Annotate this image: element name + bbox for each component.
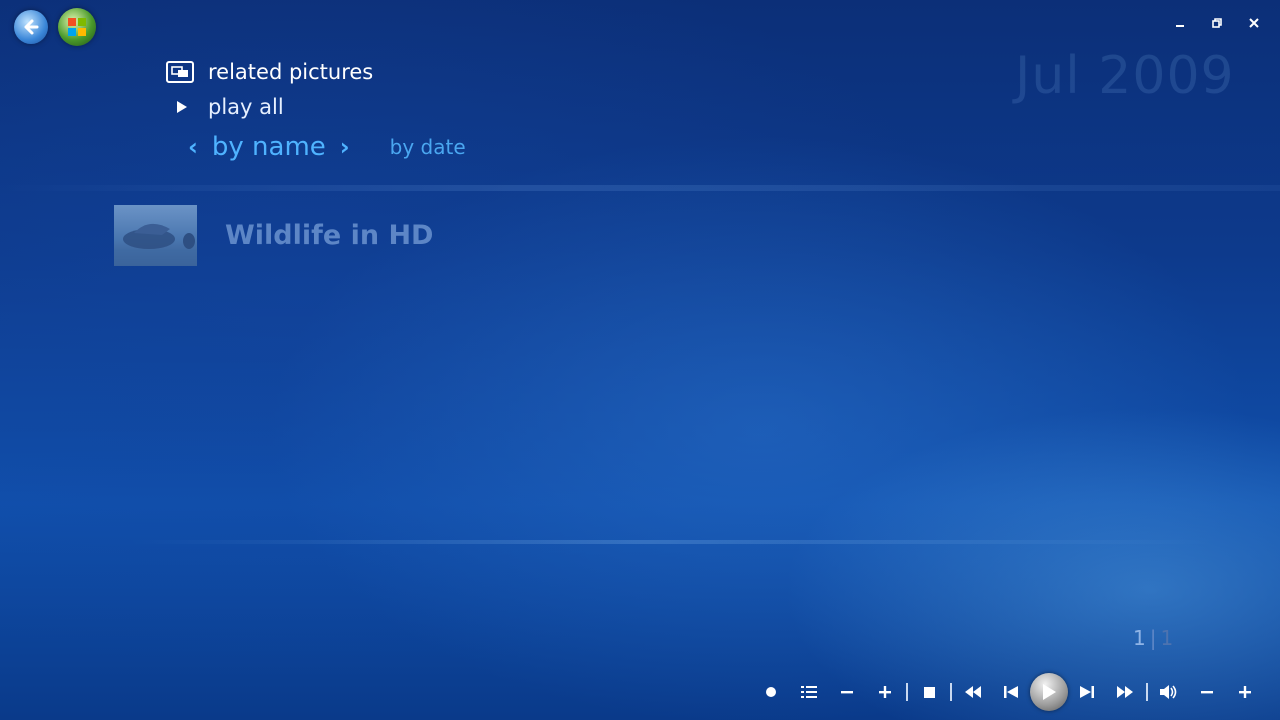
- back-button[interactable]: [14, 10, 48, 44]
- play-button[interactable]: [1030, 673, 1068, 711]
- volume-down-button[interactable]: [1188, 673, 1226, 711]
- play-all-item[interactable]: play all: [176, 95, 284, 119]
- guide-button[interactable]: [790, 673, 828, 711]
- previous-icon: [1004, 686, 1018, 698]
- record-icon: [766, 687, 776, 697]
- transport-controls: [752, 672, 1264, 712]
- close-icon: [1249, 18, 1259, 28]
- sort-options: ‹ by name › by date: [188, 132, 466, 162]
- guide-icon: [801, 686, 817, 698]
- channel-up-button[interactable]: [866, 673, 904, 711]
- volume-down-icon: [1201, 691, 1213, 694]
- windows-logo-icon: [68, 18, 86, 36]
- related-pictures-label: related pictures: [208, 60, 374, 84]
- sort-by-date[interactable]: by date: [390, 135, 466, 159]
- next-button[interactable]: [1068, 673, 1106, 711]
- rewind-button[interactable]: [954, 673, 992, 711]
- minimize-button[interactable]: [1168, 12, 1192, 34]
- minimize-icon: [1176, 25, 1184, 27]
- volume-up-button[interactable]: [1226, 673, 1264, 711]
- back-arrow-icon: [24, 19, 39, 35]
- related-pictures-item[interactable]: related pictures: [166, 60, 373, 84]
- chevron-left-icon[interactable]: ‹: [188, 133, 198, 161]
- next-icon: [1080, 686, 1094, 698]
- play-icon: [1043, 684, 1056, 700]
- item-title: Wildlife in HD: [225, 220, 434, 251]
- channel-down-button[interactable]: [828, 673, 866, 711]
- header-divider: [0, 185, 1280, 191]
- transport-divider: [906, 683, 908, 701]
- close-button[interactable]: [1242, 12, 1266, 34]
- footer-divider: [0, 540, 1280, 544]
- slideshow-icon: [166, 61, 194, 83]
- restore-button[interactable]: [1205, 12, 1229, 34]
- channel-up-icon: [879, 686, 891, 698]
- play-triangle-icon: [177, 101, 187, 113]
- channel-down-icon: [841, 691, 853, 694]
- sort-by-name[interactable]: by name: [212, 132, 326, 162]
- previous-button[interactable]: [992, 673, 1030, 711]
- chevron-right-icon[interactable]: ›: [340, 133, 350, 161]
- page-separator: |: [1149, 626, 1157, 650]
- mute-icon: [1160, 685, 1177, 699]
- stop-button[interactable]: [910, 673, 948, 711]
- record-button[interactable]: [752, 673, 790, 711]
- fast-forward-button[interactable]: [1106, 673, 1144, 711]
- stop-icon: [923, 686, 935, 698]
- fast-forward-icon: [1117, 686, 1133, 698]
- restore-icon: [1212, 18, 1222, 28]
- page-current: 1: [1133, 626, 1146, 650]
- mute-button[interactable]: [1150, 673, 1188, 711]
- page-indicator: 1 | 1: [1133, 626, 1173, 650]
- list-item[interactable]: Wildlife in HD: [114, 205, 433, 266]
- play-all-label: play all: [208, 95, 284, 119]
- volume-up-icon: [1239, 686, 1251, 698]
- page-total: 1: [1160, 626, 1174, 650]
- header-date: Jul 2009: [1015, 46, 1235, 106]
- transport-divider: [1146, 683, 1148, 701]
- transport-divider: [950, 683, 952, 701]
- start-button[interactable]: [58, 8, 96, 46]
- rewind-icon: [965, 686, 981, 698]
- item-thumbnail: [114, 205, 197, 266]
